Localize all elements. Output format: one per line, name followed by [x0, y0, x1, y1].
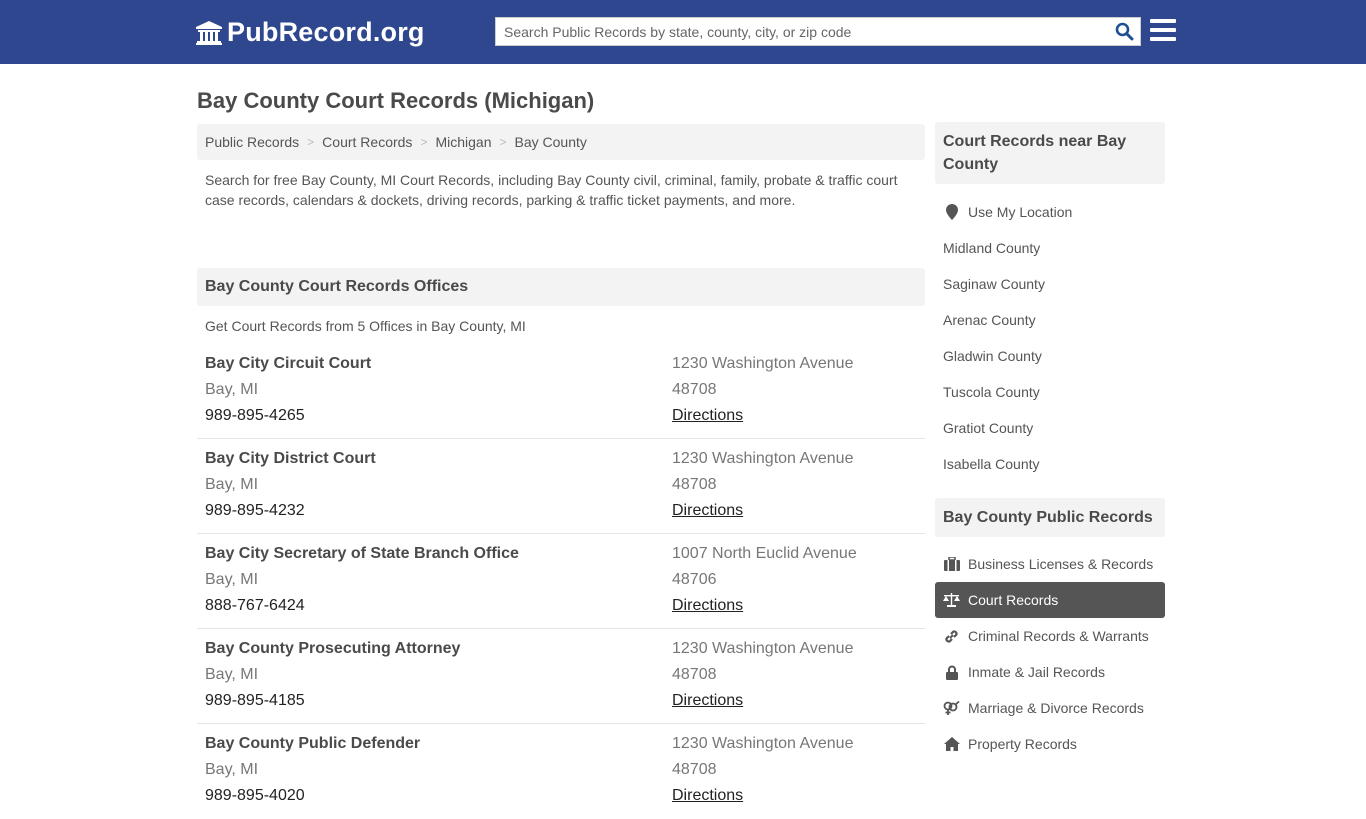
office-zip: 48706 — [672, 571, 717, 588]
office-name[interactable]: Bay City District Court — [205, 446, 672, 472]
sidebar-item-label: Property Records — [968, 736, 1077, 752]
office-item: Bay City District Court Bay, MI 989-895-… — [197, 439, 925, 534]
office-zip: 48708 — [672, 761, 717, 778]
map-marker-icon — [943, 204, 960, 220]
sidebar-item-marriage-records[interactable]: Marriage & Divorce Records — [935, 690, 1165, 726]
sidebar-item-inmate-records[interactable]: Inmate & Jail Records — [935, 654, 1165, 690]
sidebar-item-business-licenses[interactable]: Business Licenses & Records — [935, 546, 1165, 582]
public-records-list: Business Licenses & Records Court Record… — [935, 537, 1165, 772]
search-button[interactable] — [1108, 18, 1140, 45]
office-phone[interactable]: 989-895-4020 — [205, 783, 672, 809]
office-address: 1230 Washington Avenue — [672, 450, 854, 467]
office-address: 1230 Washington Avenue — [672, 735, 854, 752]
nearby-county-link[interactable]: Saginaw County — [935, 266, 1165, 302]
courthouse-icon — [196, 20, 222, 45]
office-address: 1230 Washington Avenue — [672, 640, 854, 657]
use-my-location-label: Use My Location — [968, 204, 1073, 220]
office-name[interactable]: Bay City Circuit Court — [205, 351, 672, 377]
breadcrumb-bay-county[interactable]: Bay County — [515, 134, 587, 150]
nearby-section-title: Court Records near Bay County — [935, 122, 1165, 184]
office-address: 1230 Washington Avenue — [672, 355, 854, 372]
breadcrumb: Public Records > Court Records > Michiga… — [197, 124, 925, 160]
nearby-county-link[interactable]: Gratiot County — [935, 410, 1165, 446]
home-icon — [943, 736, 960, 752]
link-icon — [943, 628, 960, 644]
office-location: Bay, MI — [205, 571, 259, 588]
office-location: Bay, MI — [205, 761, 259, 778]
balance-scale-icon — [943, 592, 960, 608]
nearby-county-link[interactable]: Arenac County — [935, 302, 1165, 338]
offices-section-subtitle: Get Court Records from 5 Offices in Bay … — [205, 318, 526, 334]
office-address: 1007 North Euclid Avenue — [672, 545, 857, 562]
sidebar-item-label: Business Licenses & Records — [968, 556, 1154, 572]
menu-bar-icon — [1150, 28, 1176, 32]
main-content: Public Records > Court Records > Michiga… — [197, 124, 925, 819]
office-item: Bay County Prosecuting Attorney Bay, MI … — [197, 629, 925, 724]
nearby-county-link[interactable]: Isabella County — [935, 446, 1165, 482]
page-title: Bay County Court Records (Michigan) — [197, 88, 595, 113]
site-header: PubRecord.org — [0, 0, 1366, 64]
search-input[interactable] — [496, 18, 1108, 45]
site-logo[interactable]: PubRecord.org — [195, 17, 425, 48]
public-records-section-title: Bay County Public Records — [935, 498, 1165, 537]
sidebar-item-label: Court Records — [968, 592, 1059, 608]
menu-bar-icon — [1150, 37, 1176, 41]
directions-link[interactable]: Directions — [672, 692, 743, 709]
nearby-county-link[interactable]: Tuscola County — [935, 374, 1165, 410]
office-phone[interactable]: 989-895-4232 — [205, 498, 672, 524]
office-item: Bay City Circuit Court Bay, MI 989-895-4… — [197, 344, 925, 439]
office-phone[interactable]: 888-767-6424 — [205, 593, 672, 619]
directions-link[interactable]: Directions — [672, 597, 743, 614]
breadcrumb-separator: > — [499, 135, 507, 149]
sidebar-item-court-records[interactable]: Court Records — [935, 582, 1165, 618]
sidebar-item-criminal-records[interactable]: Criminal Records & Warrants — [935, 618, 1165, 654]
sidebar-item-property-records[interactable]: Property Records — [935, 726, 1165, 762]
hamburger-menu-button[interactable] — [1150, 19, 1176, 43]
breadcrumb-court-records[interactable]: Court Records — [322, 134, 412, 150]
office-name[interactable]: Bay County Prosecuting Attorney — [205, 636, 672, 662]
office-list: Bay City Circuit Court Bay, MI 989-895-4… — [197, 344, 925, 819]
sidebar-item-label: Marriage & Divorce Records — [968, 700, 1144, 716]
directions-link[interactable]: Directions — [672, 787, 743, 804]
breadcrumb-separator: > — [307, 135, 315, 149]
use-my-location-link[interactable]: Use My Location — [935, 194, 1165, 230]
office-location: Bay, MI — [205, 476, 259, 493]
offices-section-title: Bay County Court Records Offices — [197, 268, 925, 306]
office-phone[interactable]: 989-895-4185 — [205, 688, 672, 714]
breadcrumb-michigan[interactable]: Michigan — [435, 134, 491, 150]
nearby-list: Use My Location Midland County Saginaw C… — [935, 184, 1165, 492]
intro-text: Search for free Bay County, MI Court Rec… — [205, 172, 898, 208]
sidebar-item-label: Inmate & Jail Records — [968, 664, 1105, 680]
office-zip: 48708 — [672, 476, 717, 493]
directions-link[interactable]: Directions — [672, 407, 743, 424]
search-icon — [1115, 22, 1133, 41]
office-zip: 48708 — [672, 381, 717, 398]
office-zip: 48708 — [672, 666, 717, 683]
office-name[interactable]: Bay County Public Defender — [205, 731, 672, 757]
logo-text: PubRecord.org — [227, 17, 425, 47]
directions-link[interactable]: Directions — [672, 502, 743, 519]
breadcrumb-public-records[interactable]: Public Records — [205, 134, 299, 150]
breadcrumb-separator: > — [420, 135, 428, 149]
nearby-county-link[interactable]: Midland County — [935, 230, 1165, 266]
search-bar — [495, 17, 1141, 46]
lock-icon — [943, 664, 960, 680]
nearby-county-link[interactable]: Gladwin County — [935, 338, 1165, 374]
venus-mars-icon — [943, 700, 960, 716]
sidebar-item-label: Criminal Records & Warrants — [968, 628, 1149, 644]
office-location: Bay, MI — [205, 666, 259, 683]
office-item: Bay County Public Defender Bay, MI 989-8… — [197, 724, 925, 819]
office-item: Bay City Secretary of State Branch Offic… — [197, 534, 925, 629]
office-phone[interactable]: 989-895-4265 — [205, 403, 672, 429]
sidebar: Court Records near Bay County Use My Loc… — [935, 122, 1165, 772]
briefcase-icon — [943, 556, 960, 572]
office-location: Bay, MI — [205, 381, 259, 398]
office-name[interactable]: Bay City Secretary of State Branch Offic… — [205, 541, 672, 567]
menu-bar-icon — [1150, 19, 1176, 23]
